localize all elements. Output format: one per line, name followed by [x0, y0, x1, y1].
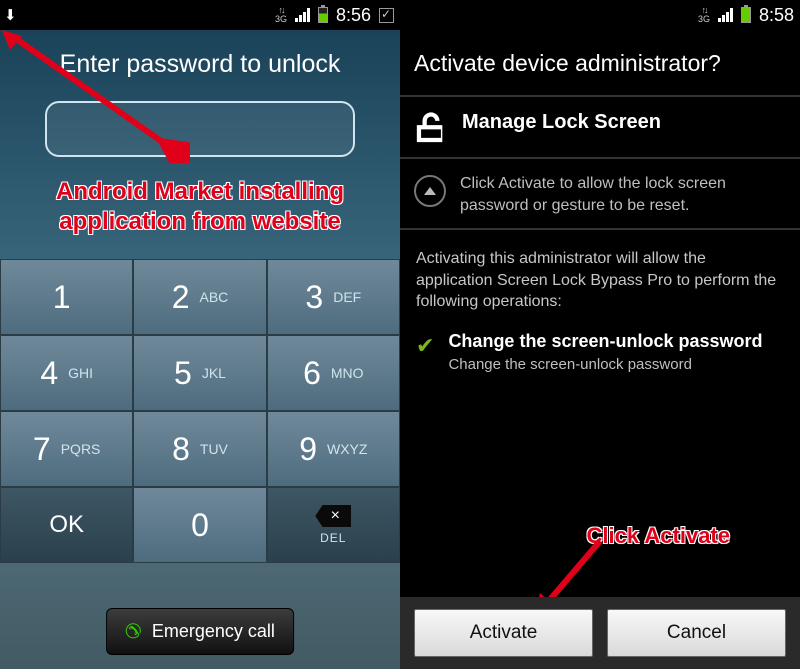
key-delete[interactable]: DEL	[267, 487, 400, 563]
status-bar-left: ⬇ ↑↓3G 8:56	[0, 0, 400, 30]
lock-screen: ⬇ ↑↓3G 8:56 Enter password to unlock And…	[0, 0, 400, 669]
operation-title: Change the screen-unlock password	[448, 331, 762, 352]
app-row: Manage Lock Screen	[400, 111, 800, 157]
key-7[interactable]: 7PQRS	[0, 411, 133, 487]
signal-icon	[718, 8, 733, 22]
backspace-icon	[315, 505, 351, 527]
network-3g-icon: ↑↓3G	[698, 6, 710, 24]
annotation-left: Android Market installing application fr…	[0, 177, 400, 237]
admin-title: Activate device administrator?	[400, 30, 800, 95]
hint-text: Click Activate to allow the lock screen …	[460, 173, 786, 216]
check-icon: ✔	[416, 333, 434, 373]
clock-right: 8:58	[759, 5, 794, 26]
lock-icon	[414, 111, 448, 145]
operation-row: ✔ Change the screen-unlock password Chan…	[400, 331, 800, 373]
key-3[interactable]: 3DEF	[267, 259, 400, 335]
status-bar-right: ↑↓3G 8:58	[400, 0, 800, 30]
key-ok[interactable]: OK	[0, 487, 133, 563]
key-2[interactable]: 2ABC	[133, 259, 266, 335]
key-1[interactable]: 1	[0, 259, 133, 335]
annotation-right: Click Activate	[587, 523, 730, 549]
activate-button[interactable]: Activate	[414, 609, 593, 657]
phone-icon: ✆	[121, 617, 145, 646]
battery-icon	[318, 7, 328, 23]
button-bar: Activate Cancel	[400, 597, 800, 669]
key-8[interactable]: 8TUV	[133, 411, 266, 487]
app-name: Manage Lock Screen	[462, 111, 661, 134]
key-4[interactable]: 4GHI	[0, 335, 133, 411]
key-5[interactable]: 5JKL	[133, 335, 266, 411]
admin-screen: ↑↓3G 8:58 Activate device administrator?…	[400, 0, 800, 669]
chevron-up-icon[interactable]	[414, 175, 446, 207]
cancel-button[interactable]: Cancel	[607, 609, 786, 657]
operation-subtitle: Change the screen-unlock password	[448, 356, 762, 373]
divider	[400, 228, 800, 230]
lock-title: Enter password to unlock	[0, 50, 400, 79]
clock-left: 8:56	[336, 5, 371, 26]
key-6[interactable]: 6MNO	[267, 335, 400, 411]
divider	[400, 157, 800, 159]
emergency-call-button[interactable]: ✆ Emergency call	[106, 608, 294, 655]
battery-icon	[741, 7, 751, 23]
key-0[interactable]: 0	[133, 487, 266, 563]
explain-text: Activating this administrator will allow…	[400, 244, 800, 331]
divider	[400, 95, 800, 97]
signal-icon	[295, 8, 310, 22]
network-3g-icon: ↑↓3G	[275, 6, 287, 24]
download-icon: ⬇	[4, 8, 17, 23]
key-9[interactable]: 9WXYZ	[267, 411, 400, 487]
emergency-label: Emergency call	[152, 621, 275, 642]
check-icon	[379, 8, 394, 23]
keypad: 1 2ABC 3DEF 4GHI 5JKL 6MNO 7PQRS 8TUV 9W…	[0, 259, 400, 563]
password-input[interactable]	[45, 101, 355, 157]
hint-row: Click Activate to allow the lock screen …	[400, 173, 800, 228]
